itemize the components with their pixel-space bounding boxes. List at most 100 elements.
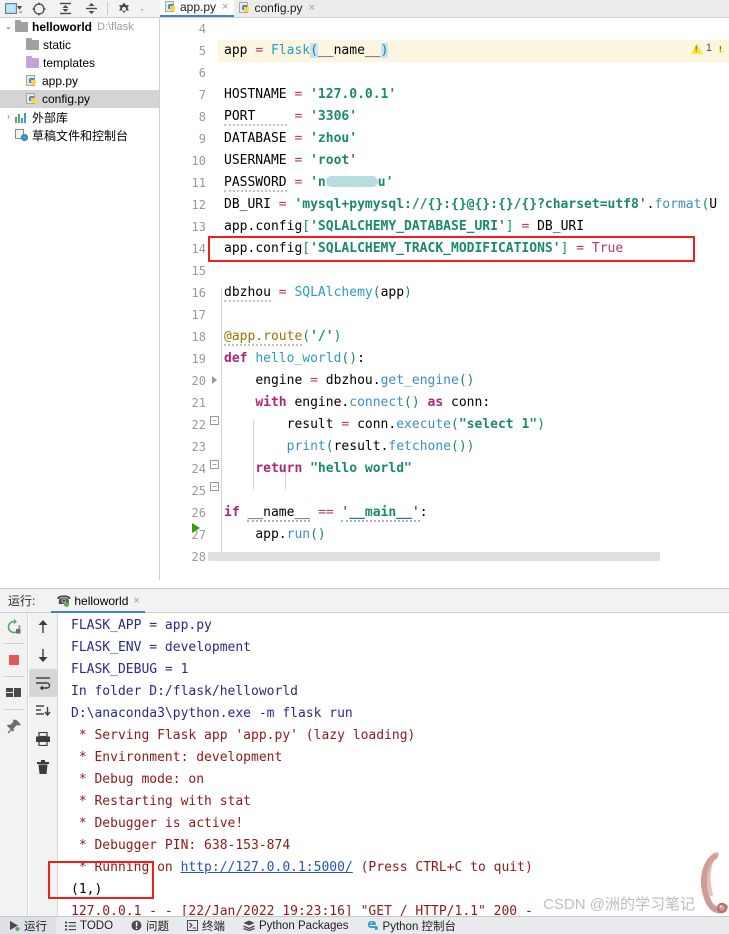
close-icon[interactable]: × <box>309 2 315 14</box>
code-line-16: dbzhou = SQLAlchemy(app) <box>224 285 412 302</box>
line-number: 28 <box>191 550 206 564</box>
line-number: 15 <box>191 264 206 278</box>
status-item-todo[interactable]: TODO <box>56 917 122 934</box>
tree-item-scratches[interactable]: 草稿文件和控制台 <box>0 126 159 144</box>
line-number: 23 <box>191 440 206 454</box>
run-gutter-icon[interactable] <box>192 523 200 533</box>
gear-icon[interactable] <box>111 0 137 17</box>
status-item-python-packages[interactable]: Python Packages <box>234 917 358 934</box>
status-item-label: Python 控制台 <box>382 920 457 933</box>
tree-item-helloworld[interactable]: ⌄ helloworld D:\flask <box>0 18 159 36</box>
run-console-output[interactable]: FLASK_APP = app.py FLASK_ENV = developme… <box>59 613 729 919</box>
editor-tab-bar: app.py × config.py × <box>160 0 729 18</box>
run-actions-toolbar <box>0 613 28 919</box>
toolbar-divider <box>4 709 24 710</box>
soft-wrap-icon[interactable] <box>29 669 57 697</box>
python-file-icon <box>26 93 38 105</box>
code-line-9: DATABASE = 'zhou' <box>224 131 358 146</box>
folder-purple-icon <box>26 56 39 68</box>
status-item-python-console[interactable]: Python 控制台 <box>358 917 466 934</box>
project-tree[interactable]: ⌄ helloworld D:\flask static templates a… <box>0 18 160 580</box>
line-number: 16 <box>191 286 206 300</box>
code-text-area[interactable]: app = Flask(__name__) HOSTNAME = '127.0.… <box>208 18 729 571</box>
console-line: * Environment: development <box>71 750 283 765</box>
server-url-link[interactable]: http://127.0.0.1:5000/ <box>181 860 353 875</box>
more-options-icon[interactable]: · <box>137 0 147 17</box>
close-icon[interactable]: × <box>133 595 139 607</box>
fold-arrow-icon[interactable] <box>212 376 217 384</box>
phone-running-icon: ☎ <box>56 593 72 607</box>
tab-config-py[interactable]: config.py × <box>234 0 320 17</box>
console-line: D:\anaconda3\python.exe -m flask run <box>71 706 353 721</box>
problems-icon <box>131 920 142 931</box>
editor-horizontal-scrollbar[interactable] <box>208 552 660 561</box>
run-panel-label: 运行: <box>8 594 36 608</box>
inspection-warning-indicator[interactable]: 1 <box>690 42 727 54</box>
status-item-terminal[interactable]: 终端 <box>178 917 234 934</box>
status-item-problems[interactable]: 问题 <box>122 917 178 934</box>
run-tab-helloworld[interactable]: ☎ helloworld × <box>51 590 145 613</box>
tree-item-label: 外部库 <box>32 110 69 125</box>
tree-item-label: app.py <box>42 74 79 88</box>
indent-guide <box>221 288 222 556</box>
scratches-console-icon <box>15 129 28 141</box>
pin-icon[interactable] <box>0 712 28 740</box>
line-number: 6 <box>198 66 206 80</box>
line-number: 13 <box>191 220 206 234</box>
arrow-up-icon[interactable] <box>29 613 57 641</box>
console-line: FLASK_APP = app.py <box>71 618 212 633</box>
code-line-22: result = conn.execute("select 1") <box>286 417 545 432</box>
code-line-10: USERNAME = 'root' <box>224 153 358 168</box>
tree-item-templates[interactable]: templates <box>0 54 159 72</box>
chevron-down-icon[interactable]: ⌄ <box>2 18 15 36</box>
code-line-7: HOSTNAME = '127.0.0.1' <box>224 87 397 102</box>
python-file-icon <box>26 75 38 87</box>
code-line-5: app = Flask(__name__) <box>224 43 389 58</box>
close-icon[interactable]: × <box>222 1 228 13</box>
trash-icon[interactable] <box>29 753 57 781</box>
run-icon <box>9 920 20 931</box>
line-number: 17 <box>191 308 206 322</box>
toolbar-divider <box>4 643 24 644</box>
console-line-running: * Running on http://127.0.0.1:5000/ (Pre… <box>59 857 729 879</box>
stop-icon[interactable] <box>0 646 28 674</box>
console-line-result: (1,) <box>71 882 103 897</box>
code-editor[interactable]: 1 4 5 6 7 8 9 10 11 12 13 14 15 16 17 18… <box>160 18 729 571</box>
python-console-icon <box>367 920 379 932</box>
code-line-24: return "hello world" <box>255 461 412 476</box>
status-item-run[interactable]: 运行 <box>0 916 56 934</box>
expand-all-icon[interactable] <box>52 0 78 17</box>
scroll-to-end-icon[interactable] <box>29 697 57 725</box>
console-actions-toolbar <box>29 613 58 919</box>
line-number: 24 <box>191 462 206 476</box>
code-line-21: with engine.connect() as conn: <box>255 395 491 410</box>
toolbar-divider <box>4 676 24 677</box>
status-item-label: Python Packages <box>259 919 349 932</box>
rerun-icon[interactable] <box>0 613 28 641</box>
terminal-icon <box>187 920 199 931</box>
printer-icon[interactable] <box>29 725 57 753</box>
project-toolbar: · <box>0 0 160 18</box>
crosshair-icon[interactable] <box>26 0 52 17</box>
line-number: 12 <box>191 198 206 212</box>
console-text-suffix: (Press CTRL+C to quit) <box>352 860 533 875</box>
chevron-right-icon[interactable]: › <box>2 108 15 126</box>
tree-item-app-py[interactable]: app.py <box>0 72 159 90</box>
tree-item-static[interactable]: static <box>0 36 159 54</box>
tree-item-config-py[interactable]: config.py <box>0 90 159 108</box>
python-file-icon <box>239 2 251 14</box>
collapse-all-icon[interactable] <box>78 0 104 17</box>
line-number: 25 <box>191 484 206 498</box>
layout-icon[interactable] <box>0 679 28 707</box>
warning-triangle-icon <box>690 42 703 54</box>
console-line: * Debug mode: on <box>71 772 205 787</box>
tree-item-label: static <box>43 38 72 52</box>
tree-item-external-libraries[interactable]: › 外部库 <box>0 108 159 126</box>
run-tab-label: helloworld <box>74 593 129 608</box>
status-item-label: 终端 <box>202 920 226 933</box>
python-file-icon <box>165 1 177 13</box>
project-view-selector-icon[interactable] <box>0 0 26 17</box>
code-line-12: DB_URI = 'mysql+pymysql://{}:{}@{}:{}/{}… <box>224 197 718 212</box>
tab-app-py[interactable]: app.py × <box>160 0 235 17</box>
arrow-down-icon[interactable] <box>29 641 57 669</box>
